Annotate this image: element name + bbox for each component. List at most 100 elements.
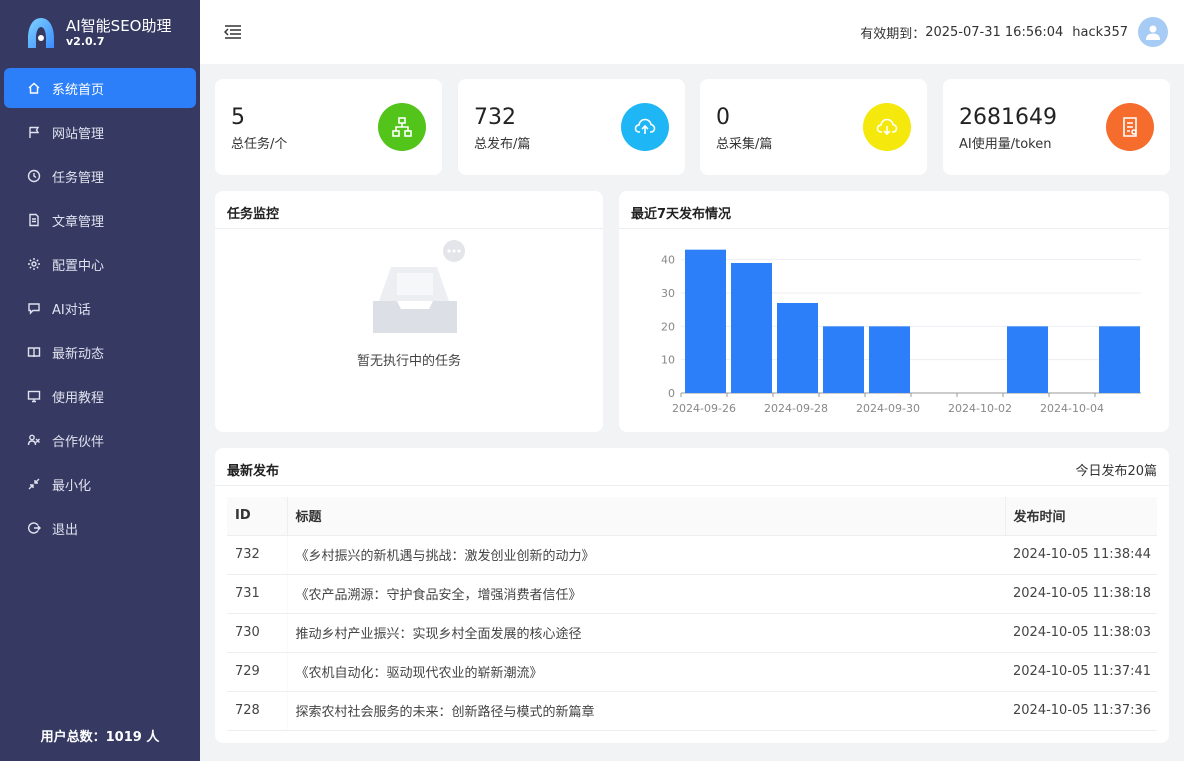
- publish-chart-panel: 最近7天发布情况 0 10 20 30 40 2024-09-26 2024-09-28 20…: [619, 191, 1169, 432]
- row-time: 2024-10-05 11:38:18: [1005, 574, 1157, 614]
- latest-table-wrap: ID 标题 发布时间 732 《乡村振兴的新机遇与挑战：激发创业创新的动力》 2…: [227, 497, 1157, 731]
- row-title[interactable]: 《农机自动化：驱动现代农业的崭新潮流》: [286, 652, 1005, 692]
- sidebar-item-1[interactable]: 网站管理: [4, 112, 196, 152]
- y-tick-label: 40: [661, 254, 675, 267]
- x-tick-label: 2024-10-04: [1040, 402, 1104, 415]
- row-id: 728: [227, 691, 287, 731]
- table-row[interactable]: 732 《乡村振兴的新机遇与挑战：激发创业创新的动力》 2024-10-05 1…: [227, 535, 1157, 575]
- menu-toggle-icon[interactable]: [224, 25, 242, 39]
- row-id: 732: [227, 535, 287, 575]
- sidebar-item-8[interactable]: 合作伙伴: [4, 420, 196, 460]
- latest-panel: 最新发布 今日发布20篇 ID 标题 发布时间 732 《乡村振兴的新机遇与挑战…: [215, 448, 1169, 743]
- bar: [1007, 326, 1048, 393]
- x-tick-label: 2024-09-28: [764, 402, 828, 415]
- stat-value: 5: [231, 105, 245, 130]
- sidebar-item-label: 合作伙伴: [52, 434, 105, 450]
- header-user-area: 有效期到： 2025-07-31 16:56:04 hack357: [860, 0, 1168, 64]
- x-tick-label: 2024-09-26: [672, 402, 736, 415]
- sidebar-item-label: 最小化: [52, 478, 92, 494]
- row-time: 2024-10-05 11:37:41: [1005, 652, 1157, 692]
- bar: [777, 303, 818, 393]
- bar: [1099, 326, 1140, 393]
- x-tick-label: 2024-10-02: [948, 402, 1012, 415]
- stat-card-collected: 0 总采集/篇: [700, 79, 927, 175]
- bar: [685, 249, 726, 393]
- sidebar-item-label: 退出: [52, 522, 79, 538]
- user-icon: [1146, 25, 1160, 40]
- username[interactable]: hack357: [1072, 25, 1128, 40]
- sidebar-menu: 系统首页网站管理任务管理文章管理配置中心 AI对话最新动态使用教程合作伙伴最小化退…: [0, 68, 200, 548]
- sidebar-item-7[interactable]: 使用教程: [4, 376, 196, 416]
- bar: [869, 326, 910, 393]
- expiry-label: 有效期到：: [860, 26, 926, 42]
- table-row[interactable]: 729 《农机自动化：驱动现代农业的崭新潮流》 2024-10-05 11:37…: [227, 652, 1157, 692]
- sidebar-item-label: 系统首页: [52, 82, 105, 98]
- flag-icon: [26, 124, 42, 140]
- row-id: 731: [227, 574, 287, 614]
- stat-label: 总发布/篇: [474, 137, 531, 152]
- receipt-icon: [1106, 103, 1154, 151]
- row-time: 2024-10-05 11:37:36: [1005, 691, 1157, 731]
- stat-value: 2681649: [959, 105, 1057, 130]
- table-row[interactable]: 728 探索农村社会服务的未来：创新路径与模式的新篇章 2024-10-05 1…: [227, 691, 1157, 731]
- sidebar-item-9[interactable]: 最小化: [4, 464, 196, 504]
- app-version: v2.0.7: [66, 35, 105, 48]
- sidebar-item-label: 使用教程: [52, 390, 105, 406]
- row-time: 2024-10-05 11:38:03: [1005, 613, 1157, 653]
- row-title[interactable]: 推动乡村产业振兴：实现乡村全面发展的核心途径: [286, 613, 1005, 653]
- home-icon: [26, 80, 42, 96]
- y-tick-label: 20: [661, 320, 675, 333]
- sidebar-item-label: 配置中心: [52, 258, 105, 274]
- cloud-upload-icon: [621, 103, 669, 151]
- sidebar-item-5[interactable]: AI对话: [4, 288, 196, 328]
- row-title[interactable]: 探索农村社会服务的未来：创新路径与模式的新篇章: [286, 691, 1005, 731]
- table-row[interactable]: 731 《农产品溯源：守护食品安全，增强消费者信任》 2024-10-05 11…: [227, 574, 1157, 614]
- sidebar-item-3[interactable]: 文章管理: [4, 200, 196, 240]
- sidebar-item-4[interactable]: 配置中心: [4, 244, 196, 284]
- divider: [215, 228, 603, 229]
- sidebar-item-2[interactable]: 任务管理: [4, 156, 196, 196]
- sidebar-item-label: 网站管理: [52, 126, 105, 142]
- row-id: 730: [227, 613, 287, 653]
- column-header-title: 标题: [286, 497, 1005, 536]
- sitemap-icon: [378, 103, 426, 151]
- brand: AI智能SEO助理 v2.0.7: [0, 0, 200, 66]
- gear-icon: [26, 256, 42, 272]
- sidebar-item-0[interactable]: 系统首页: [4, 68, 196, 108]
- book-icon: [26, 344, 42, 360]
- document-icon: [26, 212, 42, 228]
- cloud-download-icon: [863, 103, 911, 151]
- row-title[interactable]: 《乡村振兴的新机遇与挑战：激发创业创新的动力》: [286, 535, 1005, 575]
- column-header-id: ID: [227, 497, 287, 536]
- logo-icon: [28, 18, 54, 48]
- today-count: 今日发布20篇: [1075, 464, 1157, 479]
- bar: [823, 326, 864, 393]
- row-id: 729: [227, 652, 287, 692]
- logout-icon: [26, 520, 42, 536]
- sidebar-item-label: 最新动态: [52, 346, 105, 362]
- stat-label: 总采集/篇: [716, 137, 773, 152]
- table-row[interactable]: 730 推动乡村产业振兴：实现乡村全面发展的核心途径 2024-10-05 11…: [227, 613, 1157, 653]
- chat-icon: [26, 300, 42, 316]
- task-monitor-panel: 任务监控 暂无执行中的任务: [215, 191, 603, 432]
- row-time: 2024-10-05 11:38:44: [1005, 535, 1157, 575]
- latest-title: 最新发布: [227, 464, 280, 479]
- empty-inbox-icon: [373, 240, 465, 333]
- sidebar-item-6[interactable]: 最新动态: [4, 332, 196, 372]
- sidebar-item-label: AI对话: [52, 302, 91, 318]
- user-count: 用户总数：1019 人: [40, 730, 160, 745]
- clock-icon: [26, 168, 42, 184]
- partner-icon: [26, 432, 42, 448]
- y-tick-label: 10: [661, 354, 675, 367]
- monitor-icon: [26, 388, 42, 404]
- sidebar: AI智能SEO助理 v2.0.7 系统首页网站管理任务管理文章管理配置中心 AI对…: [0, 0, 200, 761]
- sidebar-item-label: 文章管理: [52, 214, 105, 230]
- bar-chart: 0 10 20 30 40 2024-09-26 2024-09-28 2024-09-30 2…: [661, 249, 1141, 415]
- stat-label: 总任务/个: [231, 137, 288, 152]
- avatar[interactable]: [1138, 17, 1168, 47]
- stat-card-ai-usage: 2681649 AI使用量/token: [943, 79, 1170, 175]
- row-title[interactable]: 《农产品溯源：守护食品安全，增强消费者信任》: [286, 574, 1005, 614]
- stat-card-published: 732 总发布/篇: [458, 79, 685, 175]
- y-tick-label: 30: [661, 287, 675, 300]
- sidebar-item-10[interactable]: 退出: [4, 508, 196, 548]
